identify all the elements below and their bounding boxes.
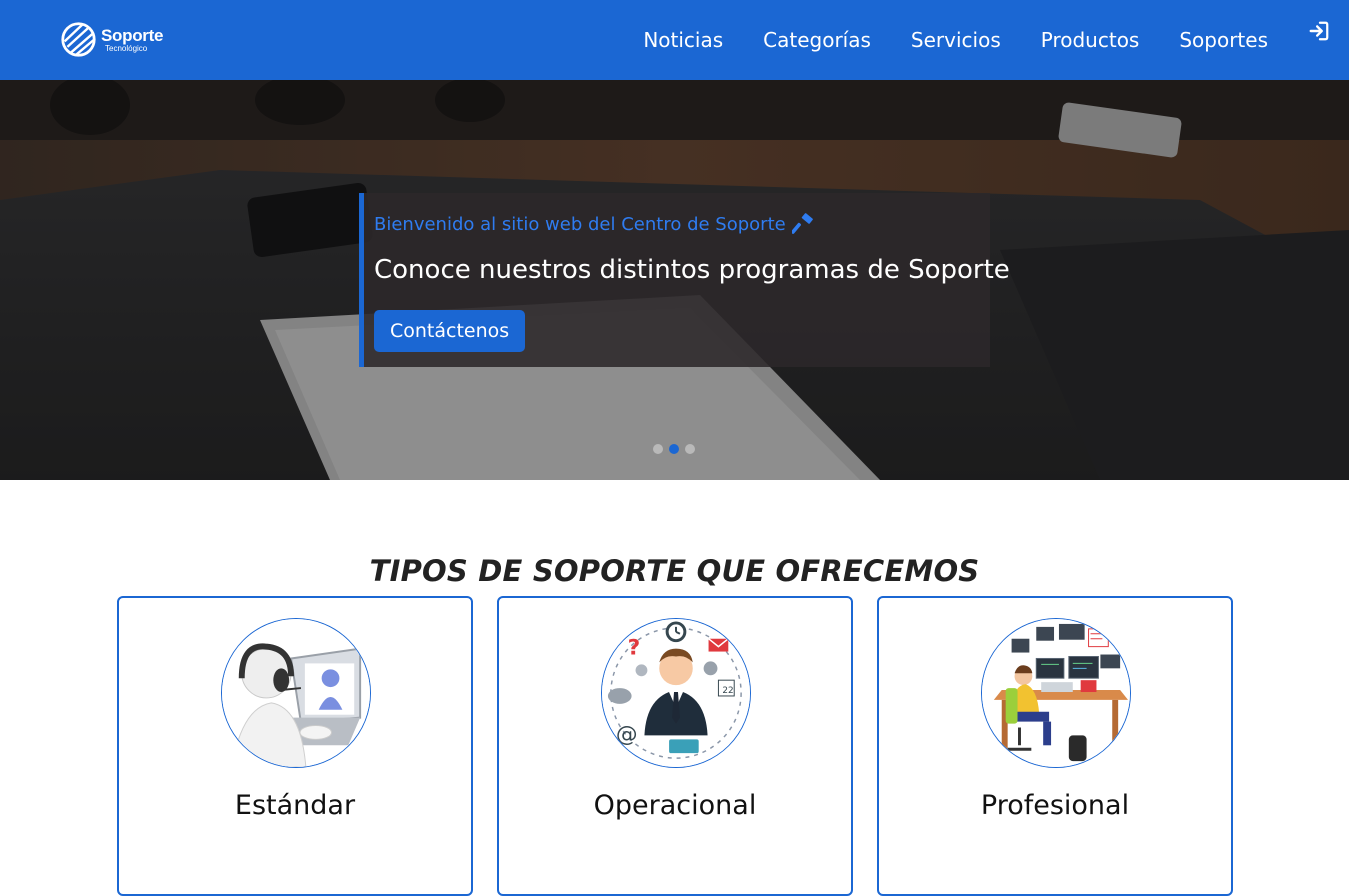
svg-text:22: 22	[722, 686, 733, 696]
hammer-icon	[791, 213, 813, 234]
brand-logo[interactable]: Soporte Tecnológico	[60, 21, 163, 58]
card-title-operacional: Operacional	[593, 790, 757, 821]
card-image-profesional	[981, 618, 1131, 768]
support-card-estandar[interactable]: Estándar	[117, 596, 473, 896]
brand-text: Soporte Tecnológico	[101, 27, 163, 53]
nav-links: Noticias Categorías Servicios Productos …	[603, 0, 1268, 80]
developer-workstation-image	[982, 619, 1130, 767]
card-title-profesional: Profesional	[980, 790, 1130, 821]
carousel-indicator-3[interactable]	[685, 444, 695, 454]
svg-text:@: @	[616, 722, 638, 747]
support-card-operacional[interactable]: ? @ 22 Operacional	[497, 596, 853, 896]
helpdesk-operator-image	[222, 619, 370, 767]
nav-link-servicios[interactable]: Servicios	[911, 28, 1001, 52]
support-card-profesional[interactable]: Profesional	[877, 596, 1233, 896]
nav-link-noticias[interactable]: Noticias	[643, 28, 723, 52]
nav-link-categorias[interactable]: Categorías	[763, 28, 871, 52]
brand-globe-icon	[61, 22, 96, 57]
hero-heading: Conoce nuestros distintos programas de S…	[374, 255, 1010, 285]
section-title: TIPOS DE SOPORTE QUE OFRECEMOS	[369, 554, 980, 589]
card-image-operacional: ? @ 22	[601, 618, 751, 768]
card-image-estandar	[221, 618, 371, 768]
brand-subtitle: Tecnológico	[105, 43, 148, 53]
card-title-estandar: Estándar	[234, 790, 356, 821]
hero-caption: Bienvenido al sitio web del Centro de So…	[359, 193, 1010, 367]
brand-name: Soporte	[101, 25, 164, 45]
navbar: Soporte Tecnológico Noticias Categorías …	[0, 0, 1349, 80]
carousel-indicator-1[interactable]	[653, 444, 663, 454]
carousel-indicator-2[interactable]	[669, 444, 679, 454]
hero-eyebrow: Bienvenido al sitio web del Centro de So…	[374, 213, 814, 235]
svg-text:?: ?	[628, 636, 641, 661]
sign-in-icon[interactable]	[1308, 20, 1330, 42]
contact-button[interactable]: Contáctenos	[374, 310, 526, 352]
hero-carousel: Bienvenido al sitio web del Centro de So…	[0, 80, 1349, 480]
hero-eyebrow-text: Bienvenido al sitio web del Centro de So…	[374, 213, 786, 235]
business-tasks-image: ? @ 22	[602, 619, 750, 767]
carousel-indicators	[653, 444, 701, 454]
nav-link-productos[interactable]: Productos	[1041, 28, 1140, 52]
nav-link-soportes[interactable]: Soportes	[1179, 28, 1268, 52]
